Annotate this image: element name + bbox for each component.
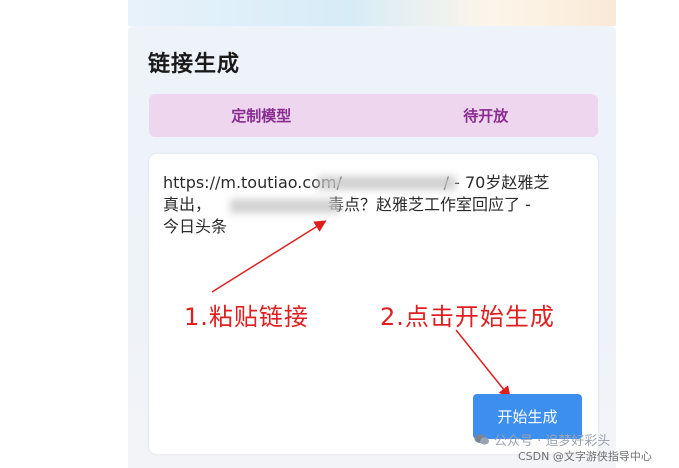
top-bar — [128, 0, 616, 26]
redaction-blur — [318, 176, 456, 190]
watermark-csdn: CSDN @文字游侠指导中心 — [518, 450, 652, 463]
tab-bar: 定制模型 待开放 — [149, 94, 598, 137]
redaction-blur — [230, 199, 340, 213]
step1-annotation: 1.粘贴链接 — [184, 303, 309, 331]
wechat-icon — [474, 434, 489, 445]
watermark-line1: 公众号 · 追梦好彩头 — [494, 434, 611, 449]
tab-coming-soon[interactable]: 待开放 — [374, 105, 599, 126]
tab-custom-model[interactable]: 定制模型 — [149, 105, 374, 126]
watermark-wechat: 公众号 · 追梦好彩头 — [474, 430, 610, 449]
step2-annotation: 2.点击开始生成 — [380, 303, 555, 331]
page-title: 链接生成 — [148, 52, 241, 77]
